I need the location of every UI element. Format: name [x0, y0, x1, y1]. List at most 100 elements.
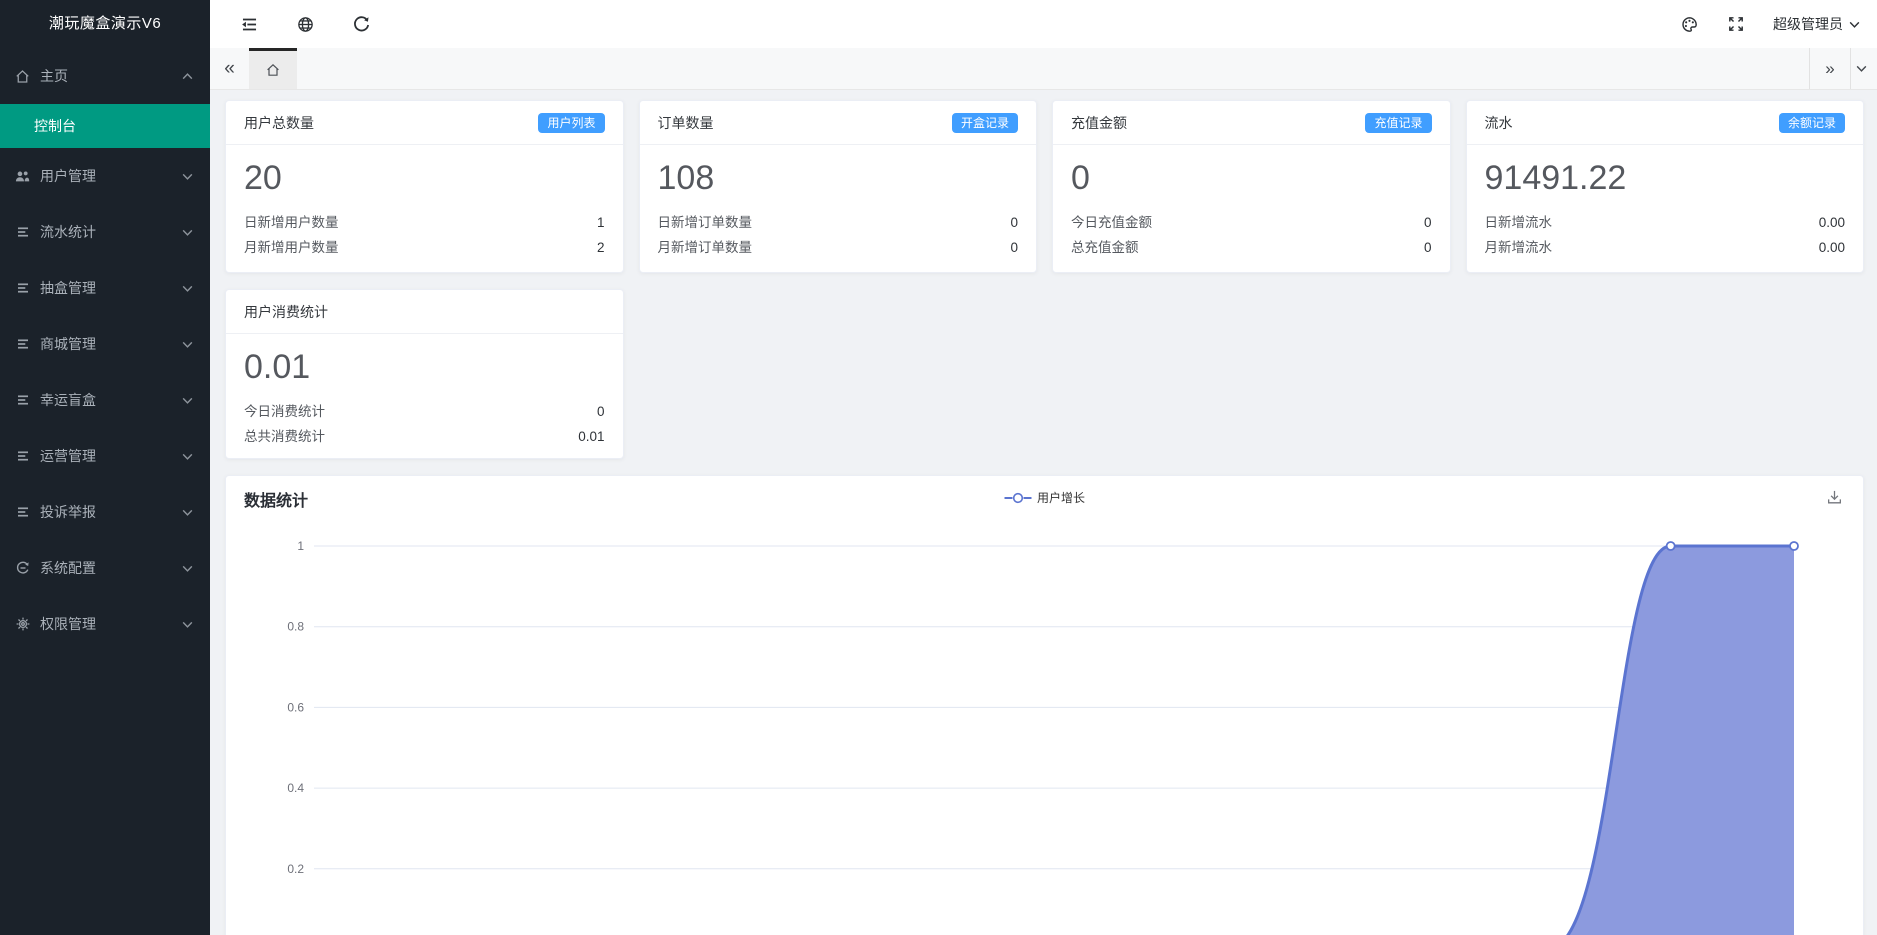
sidebar-item-权限管理[interactable]: 权限管理	[0, 596, 210, 652]
chart-title: 数据统计	[244, 487, 308, 511]
svg-text:1: 1	[297, 539, 304, 553]
sidebar-item-label: 用户管理	[40, 166, 96, 186]
circle-arrow-icon	[14, 560, 31, 577]
legend-line-circle-icon	[1004, 492, 1031, 504]
chevron-down-icon	[181, 394, 194, 407]
app-title: 潮玩魔盒演示V6	[0, 0, 210, 48]
chevron-down-icon	[181, 170, 194, 183]
stat-cards-row-1: 用户总数量 用户列表 20 日新增用户数量1月新增用户数量2 订单数量 开盒记录…	[225, 100, 1864, 273]
chevron-down-icon	[181, 562, 194, 575]
stat-card-title: 订单数量	[658, 113, 714, 133]
stat-card-rows: 今日充值金额0总充值金额0	[1071, 210, 1432, 260]
sidebar-menu: 主页控制台用户管理流水统计抽盒管理商城管理幸运盲盒运营管理投诉举报系统配置权限管…	[0, 48, 210, 652]
list-icon	[14, 336, 31, 353]
chevron-down-icon	[181, 338, 194, 351]
stat-row: 日新增订单数量0	[658, 210, 1019, 235]
stat-card-title: 用户消费统计	[244, 302, 328, 322]
stat-card: 订单数量 开盒记录 108 日新增订单数量0月新增订单数量0	[639, 100, 1038, 273]
admin-dashboard: 潮玩魔盒演示V6 主页控制台用户管理流水统计抽盒管理商城管理幸运盲盒运营管理投诉…	[0, 0, 1877, 935]
chart-legend-item[interactable]: 用户增长	[1004, 489, 1085, 506]
list-icon	[14, 448, 31, 465]
chevron-down-icon	[181, 618, 194, 631]
stat-card-badge[interactable]: 余额记录	[1779, 113, 1845, 133]
refresh-icon[interactable]	[352, 15, 371, 34]
stat-card-rows: 日新增用户数量1月新增用户数量2	[244, 210, 605, 260]
sidebar-item-label: 商城管理	[40, 334, 96, 354]
sidebar-item-用户管理[interactable]: 用户管理	[0, 148, 210, 204]
tab-actions-dropdown[interactable]	[1850, 48, 1877, 89]
stat-card-header: 流水 余额记录	[1467, 101, 1864, 145]
legend-label: 用户增长	[1037, 489, 1085, 506]
stat-card-value: 0.01	[244, 348, 605, 387]
home-icon	[14, 68, 31, 85]
stat-card-rows: 日新增流水0.00月新增流水0.00	[1485, 210, 1846, 260]
chevron-down-icon	[181, 450, 194, 463]
stat-card-badge[interactable]: 用户列表	[538, 113, 604, 133]
sidebar-subitem-控制台[interactable]: 控制台	[0, 104, 210, 148]
sidebar-item-投诉举报[interactable]: 投诉举报	[0, 484, 210, 540]
collapse-menu-icon[interactable]	[240, 15, 259, 34]
sidebar-item-幸运盲盒[interactable]: 幸运盲盒	[0, 372, 210, 428]
tab-home[interactable]	[249, 48, 297, 89]
stat-card-badge[interactable]: 开盒记录	[952, 113, 1018, 133]
stat-card-value: 108	[658, 159, 1019, 198]
stat-card-value: 91491.22	[1485, 159, 1846, 198]
tabs-scroll-left-button[interactable]: «	[210, 48, 249, 89]
palette-icon[interactable]	[1680, 15, 1699, 34]
stat-row: 月新增订单数量0	[658, 235, 1019, 260]
stat-card-header: 充值金额 充值记录	[1053, 101, 1450, 145]
stat-card: 用户消费统计 0.01 今日消费统计0总共消费统计0.01	[225, 289, 624, 459]
stat-row: 总充值金额0	[1071, 235, 1432, 260]
chart-panel: 数据统计 用户增长 0.20.40.60.81	[225, 475, 1864, 935]
user-growth-area-chart[interactable]: 0.20.40.60.81	[226, 476, 1863, 935]
fullscreen-icon[interactable]	[1727, 15, 1745, 33]
sidebar-item-抽盒管理[interactable]: 抽盒管理	[0, 260, 210, 316]
tabs-scroll-right-button[interactable]: »	[1809, 48, 1850, 89]
chevron-down-icon	[181, 506, 194, 519]
sidebar-item-label: 主页	[40, 66, 68, 86]
stat-card-body: 91491.22 日新增流水0.00月新增流水0.00	[1467, 145, 1864, 260]
user-dropdown[interactable]: 超级管理员	[1773, 14, 1861, 34]
topbar-left	[240, 15, 371, 34]
sidebar-item-label: 权限管理	[40, 614, 96, 634]
stat-card-title: 流水	[1485, 113, 1513, 133]
stat-card-value: 0	[1071, 159, 1432, 198]
sidebar-item-运营管理[interactable]: 运营管理	[0, 428, 210, 484]
sidebar-item-流水统计[interactable]: 流水统计	[0, 204, 210, 260]
stat-card-body: 108 日新增订单数量0月新增订单数量0	[640, 145, 1037, 260]
stat-cards-row-2: 用户消费统计 0.01 今日消费统计0总共消费统计0.01	[225, 289, 1864, 459]
list-icon	[14, 224, 31, 241]
sidebar-item-label: 运营管理	[40, 446, 96, 466]
stat-card-badge[interactable]: 充值记录	[1365, 113, 1431, 133]
home-icon	[265, 62, 281, 78]
topbar-right: 超级管理员	[1680, 14, 1861, 34]
list-icon	[14, 504, 31, 521]
sidebar: 潮玩魔盒演示V6 主页控制台用户管理流水统计抽盒管理商城管理幸运盲盒运营管理投诉…	[0, 0, 210, 935]
stat-card: 充值金额 充值记录 0 今日充值金额0总充值金额0	[1052, 100, 1451, 273]
stat-card-body: 0 今日充值金额0总充值金额0	[1053, 145, 1450, 260]
sidebar-item-label: 幸运盲盒	[40, 390, 96, 410]
sidebar-item-商城管理[interactable]: 商城管理	[0, 316, 210, 372]
stat-row: 今日消费统计0	[244, 399, 605, 424]
stat-card-rows: 日新增订单数量0月新增订单数量0	[658, 210, 1019, 260]
user-name: 超级管理员	[1773, 14, 1843, 34]
gear-icon	[14, 616, 31, 633]
stat-card-rows: 今日消费统计0总共消费统计0.01	[244, 399, 605, 449]
stat-row: 月新增用户数量2	[244, 235, 605, 260]
download-icon[interactable]	[1826, 489, 1843, 511]
svg-text:0.6: 0.6	[287, 700, 304, 714]
stat-card-body: 0.01 今日消费统计0总共消费统计0.01	[226, 334, 623, 449]
stat-card-value: 20	[244, 159, 605, 198]
stat-card: 流水 余额记录 91491.22 日新增流水0.00月新增流水0.00	[1466, 100, 1865, 273]
sidebar-item-label: 投诉举报	[40, 502, 96, 522]
stat-card-header: 用户消费统计	[226, 290, 623, 334]
stat-card-header: 用户总数量 用户列表	[226, 101, 623, 145]
sidebar-item-label: 系统配置	[40, 558, 96, 578]
sidebar-item-系统配置[interactable]: 系统配置	[0, 540, 210, 596]
sidebar-item-主页[interactable]: 主页	[0, 48, 210, 104]
list-icon	[14, 392, 31, 409]
globe-icon[interactable]	[296, 15, 315, 34]
chevron-down-icon	[181, 282, 194, 295]
stat-card: 用户总数量 用户列表 20 日新增用户数量1月新增用户数量2	[225, 100, 624, 273]
stat-row: 今日充值金额0	[1071, 210, 1432, 235]
